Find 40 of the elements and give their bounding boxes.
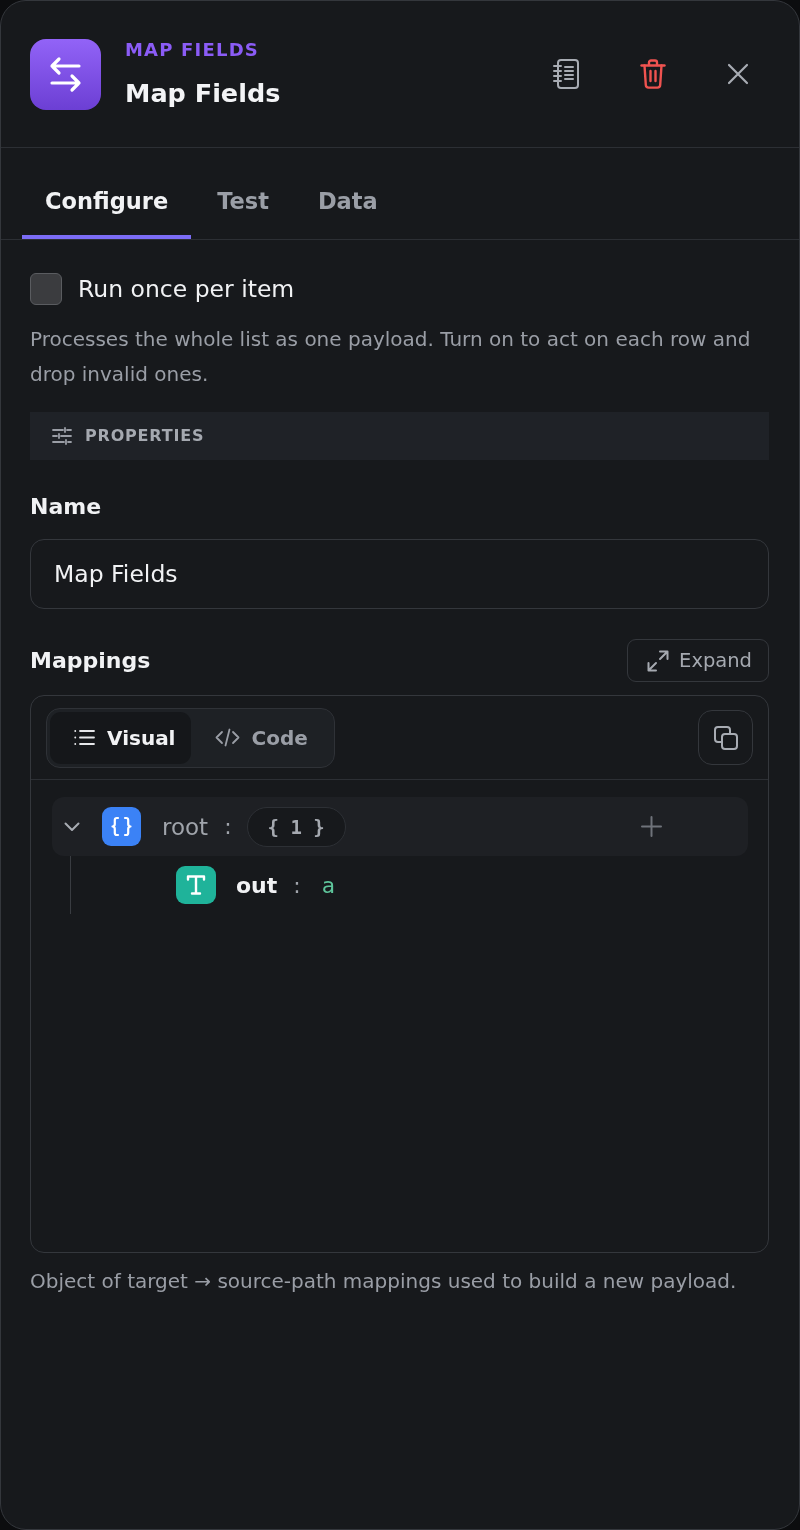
letter-t-icon [176,866,216,904]
tab[interactable]: Configure [22,148,192,239]
text-input[interactable]: Map Fields [30,539,769,609]
value-text: a [321,872,335,898]
separator-text: : [293,872,301,898]
notebook-icon [553,59,579,89]
copy-icon [713,725,738,750]
node-title: Map Fields [125,76,281,110]
count-badge: { 1 } [246,806,346,847]
tree-row[interactable]: root : { 1 } [52,797,748,856]
tab[interactable]: Data [294,148,401,239]
docs-button[interactable] [553,59,579,89]
mode-tab[interactable]: Visual [50,711,191,764]
copy-button[interactable] [698,710,753,765]
checkbox-label: Run once per item [78,274,295,305]
node-type-label: MAP FIELDS [125,37,260,62]
close-button[interactable] [727,63,749,85]
mode-tab[interactable]: Code [190,711,331,764]
plus-icon[interactable] [641,816,662,837]
field-label: Mappings [30,646,151,675]
checkbox[interactable] [30,273,62,305]
tab[interactable]: Test [194,148,292,239]
section-title: PROPERTIES [85,425,205,447]
code-icon [214,728,240,747]
list-icon [74,729,95,746]
separator-text: : [224,814,232,839]
key-label: out [236,872,278,898]
expand-icon [647,649,670,672]
key-label: root [162,813,209,840]
delete-button[interactable] [640,59,666,89]
help-text: Processes the whole list as one payload. Turn on to act on each row and drop invalid ones. [30,326,752,388]
close-icon [727,63,749,85]
braces-icon [102,807,141,846]
sliders-icon [52,427,72,445]
chevron-down-icon[interactable] [64,821,80,832]
help-text: Object of target → source-path mappings used to build a new payload. [30,1269,738,1293]
trash-icon [640,59,666,89]
field-label: Name [30,493,103,521]
expand-button[interactable]: Expand [627,639,769,682]
swap-arrows-icon [30,38,101,110]
